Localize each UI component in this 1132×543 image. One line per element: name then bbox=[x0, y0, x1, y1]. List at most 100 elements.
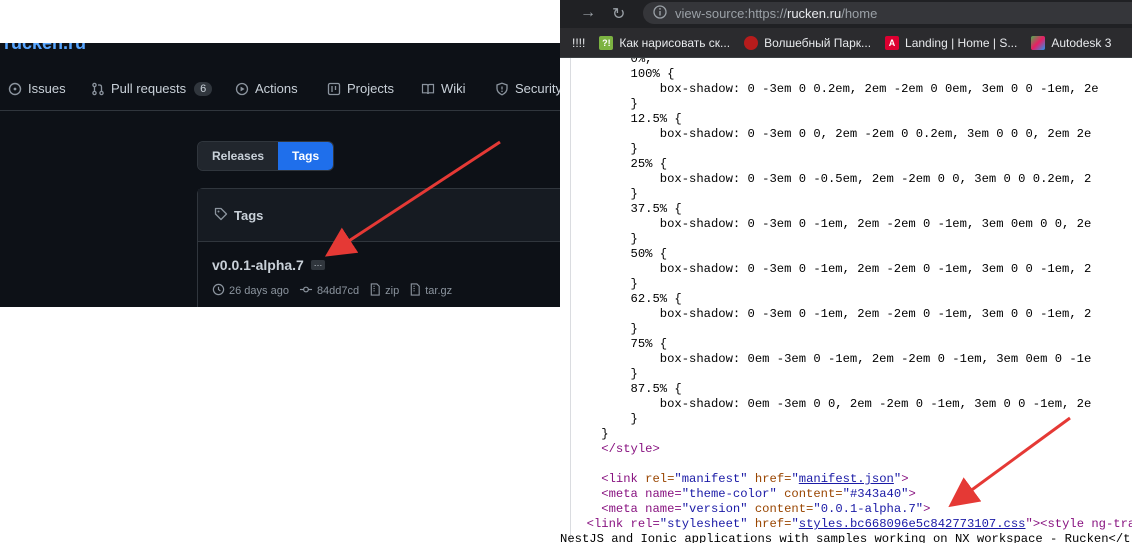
pull-request-icon bbox=[91, 82, 105, 96]
nav-pull-requests[interactable]: Pull requests 6 bbox=[91, 81, 213, 96]
source-line: 100% { bbox=[572, 67, 675, 81]
tags-tab[interactable]: Tags bbox=[278, 142, 334, 170]
tag-zip[interactable]: zip bbox=[369, 283, 399, 299]
manifest-rel-value: "manifest" bbox=[674, 472, 748, 486]
source-line: box-shadow: 0 -3em 0 0.2em, 2em -2em 0 0… bbox=[572, 82, 1099, 96]
source-line: box-shadow: 0 -3em 0 0, 2em -2em 0 0.2em… bbox=[572, 127, 1092, 141]
book-icon bbox=[421, 82, 435, 96]
line-gutter bbox=[560, 58, 571, 543]
source-line: } bbox=[572, 277, 638, 291]
url-host: rucken.ru bbox=[787, 5, 842, 21]
source-line: } bbox=[572, 427, 609, 441]
title-text-line: NestJS and Ionic applications with sampl… bbox=[560, 532, 1131, 543]
forward-icon[interactable]: → bbox=[580, 4, 596, 22]
bookmark-3-label: Landing | Home | S... bbox=[905, 35, 1018, 50]
info-icon[interactable] bbox=[653, 4, 667, 22]
bookmark-4[interactable]: Autodesk 3 bbox=[1031, 35, 1112, 50]
manifest-tag-open: <link bbox=[601, 472, 646, 486]
stylesheet-link-line: <link rel="stylesheet" href="styles.bc66… bbox=[572, 517, 1132, 531]
nav-security[interactable]: Security bbox=[495, 81, 562, 96]
tag-name-link[interactable]: v0.0.1-alpha.7 bbox=[212, 257, 304, 273]
source-line: </style> bbox=[572, 442, 660, 456]
source-line: } bbox=[572, 97, 638, 111]
stylesheet-tail: "><style ng-tra bbox=[1025, 517, 1132, 531]
nav-issues[interactable]: Issues bbox=[8, 81, 66, 96]
source-line: box-shadow: 0em -3em 0 0, 2em -2em 0 -1e… bbox=[572, 397, 1092, 411]
project-icon bbox=[327, 82, 341, 96]
releases-tags-toggle: Releases Tags bbox=[197, 141, 335, 171]
stylesheet-rel: "stylesheet" bbox=[659, 517, 748, 531]
theme-meta-prefix: <meta name= bbox=[601, 487, 682, 501]
source-line: } bbox=[572, 412, 638, 426]
autodesk-icon bbox=[1031, 35, 1046, 50]
tag-age-label: 26 days ago bbox=[229, 285, 289, 297]
nav-projects-label: Projects bbox=[347, 81, 394, 96]
source-line: box-shadow: 0 -3em 0 -0.5em, 2em -2em 0 … bbox=[572, 172, 1092, 186]
theme-meta-content: "#343a40" bbox=[842, 487, 909, 501]
manifest-href-link[interactable]: manifest.json bbox=[799, 472, 894, 486]
nav-actions[interactable]: Actions bbox=[235, 81, 298, 96]
manifest-tag-close: > bbox=[901, 472, 909, 486]
nav-projects[interactable]: Projects bbox=[327, 81, 394, 96]
tags-box: Tags v0.0.1-alpha.7 … 26 days ago 84dd7c… bbox=[197, 188, 571, 307]
source-code: 0%, 100% { box-shadow: 0 -3em 0 0.2em, 2… bbox=[560, 58, 1132, 543]
manifest-link-line: <link rel="manifest" href="manifest.json… bbox=[601, 472, 909, 486]
source-line: 0%, bbox=[572, 58, 653, 66]
nav-actions-label: Actions bbox=[255, 81, 298, 96]
angular-icon: A bbox=[885, 35, 900, 50]
manifest-rel-attr: rel= bbox=[645, 472, 675, 486]
bookmark-4-label: Autodesk 3 bbox=[1051, 35, 1112, 50]
commit-icon bbox=[299, 283, 313, 299]
reload-icon[interactable]: ↻ bbox=[612, 4, 625, 24]
bookmarks-bar: !!!! ?! Как нарисовать ск... Волшебный Па… bbox=[560, 28, 1132, 58]
nav-wiki-label: Wiki bbox=[441, 81, 466, 96]
source-line: 50% { bbox=[572, 247, 668, 261]
tag-age: 26 days ago bbox=[212, 283, 289, 299]
github-panel: rucken.ru Issues Pull requests 6 Actions… bbox=[0, 43, 571, 307]
bookmark-1[interactable]: ?! Как нарисовать ск... bbox=[599, 35, 731, 50]
source-line: } bbox=[572, 322, 638, 336]
play-icon bbox=[235, 82, 249, 96]
releases-tab[interactable]: Releases bbox=[198, 142, 279, 170]
url-text: view-source:https://rucken.ru/home bbox=[675, 6, 877, 21]
source-line: } bbox=[572, 187, 638, 201]
version-meta-content-attr: content= bbox=[747, 502, 814, 516]
source-line: box-shadow: 0 -3em 0 -1em, 2em -2em 0 -1… bbox=[572, 307, 1092, 321]
tags-header: Tags bbox=[198, 189, 571, 242]
nav-wiki[interactable]: Wiki bbox=[421, 81, 466, 96]
tag-targz[interactable]: tar.gz bbox=[409, 283, 452, 299]
issue-icon bbox=[8, 82, 22, 96]
source-line: 12.5% { bbox=[572, 112, 682, 126]
stylesheet-prefix: <link rel= bbox=[586, 517, 660, 531]
tag-commit-label: 84dd7cd bbox=[316, 285, 360, 297]
tag-targz-label: tar.gz bbox=[425, 285, 453, 297]
bookmark-3[interactable]: A Landing | Home | S... bbox=[885, 35, 1018, 50]
stylesheet-href-link[interactable]: styles.bc668096e5c842773107.css bbox=[799, 517, 1026, 531]
source-line: 75% { bbox=[572, 337, 668, 351]
bookmark-2-label: Волшебный Парк... bbox=[764, 35, 872, 50]
clock-icon bbox=[212, 283, 225, 299]
repo-nav: Issues Pull requests 6 Actions Projects … bbox=[0, 43, 571, 111]
address-bar[interactable]: view-source:https://rucken.ru/home bbox=[643, 2, 1132, 24]
tag-commit[interactable]: 84dd7cd bbox=[299, 283, 359, 299]
nav-pull-requests-label: Pull requests bbox=[111, 81, 187, 96]
theme-meta-close: > bbox=[908, 487, 916, 501]
stylesheet-href-attr: href= bbox=[747, 517, 792, 531]
source-line: 62.5% { bbox=[572, 292, 682, 306]
tag-ellipsis-button[interactable]: … bbox=[311, 259, 325, 270]
source-line: box-shadow: 0 -3em 0 -1em, 2em -2em 0 -1… bbox=[572, 217, 1092, 231]
source-line: } bbox=[572, 367, 638, 381]
source-line: 37.5% { bbox=[572, 202, 682, 216]
file-zip-icon bbox=[369, 283, 381, 299]
source-line: box-shadow: 0 -3em 0 -1em, 2em -2em 0 -1… bbox=[572, 262, 1092, 276]
tag-meta: 26 days ago 84dd7cd zip tar.gz bbox=[212, 283, 452, 299]
theme-meta-content-attr: content= bbox=[776, 487, 843, 501]
tag-zip-label: zip bbox=[385, 285, 400, 297]
source-line: box-shadow: 0em -3em 0 -1em, 2em -2em 0 … bbox=[572, 352, 1092, 366]
bookmark-2[interactable]: Волшебный Парк... bbox=[744, 35, 872, 50]
red-favicon bbox=[744, 35, 759, 50]
theme-color-meta-line: <meta name="theme-color" content="#343a4… bbox=[572, 487, 916, 501]
bookmark-1-label: Как нарисовать ск... bbox=[619, 35, 731, 50]
theme-meta-name: "theme-color" bbox=[681, 487, 777, 501]
apps-shortcut[interactable]: !!!! bbox=[572, 36, 585, 50]
